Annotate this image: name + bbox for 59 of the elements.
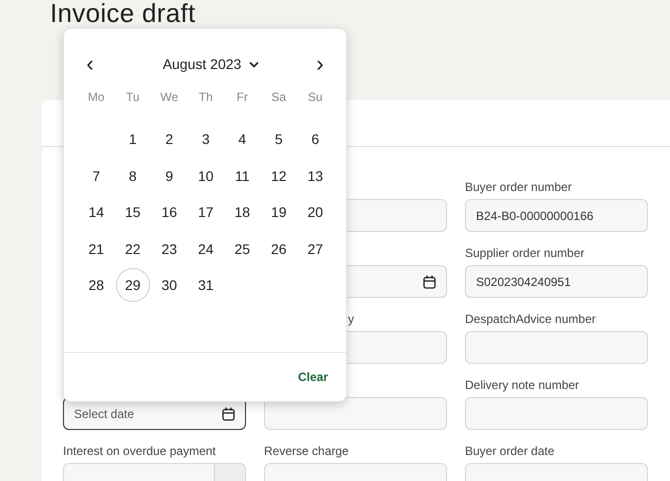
month-select[interactable]: August 2023 bbox=[162, 56, 260, 72]
day-button[interactable]: 17 bbox=[188, 195, 223, 230]
day-button[interactable]: 3 bbox=[188, 122, 223, 156]
calendar-icon bbox=[423, 274, 436, 288]
day-button[interactable]: 6 bbox=[298, 122, 332, 156]
input-field[interactable]: S0202304240951 bbox=[465, 265, 648, 298]
day-button[interactable]: 22 bbox=[116, 232, 150, 266]
input-field[interactable] bbox=[465, 331, 648, 364]
weekday-label: Tu bbox=[124, 90, 141, 104]
weekday-label: Su bbox=[306, 90, 324, 104]
calendar-icon bbox=[222, 406, 235, 420]
next-month-button[interactable]: › bbox=[310, 52, 330, 76]
weekday-label: Fr bbox=[236, 90, 249, 104]
day-button[interactable]: 13 bbox=[298, 158, 332, 193]
input-field[interactable]: B24-B0-00000000166 bbox=[465, 199, 648, 232]
day-button[interactable]: 14 bbox=[79, 195, 114, 230]
field-label: Buyer order number bbox=[465, 180, 572, 194]
day-button[interactable]: 11 bbox=[225, 158, 260, 193]
day-button[interactable]: 29 bbox=[116, 268, 150, 302]
day-button[interactable]: 15 bbox=[116, 195, 150, 230]
day-button[interactable]: 30 bbox=[152, 268, 186, 302]
day-button[interactable]: 8 bbox=[116, 158, 150, 193]
clear-button[interactable]: Clear bbox=[298, 370, 328, 384]
day-button[interactable]: 23 bbox=[152, 232, 186, 266]
field-label: Delivery note number bbox=[465, 378, 580, 392]
day-button[interactable]: 28 bbox=[79, 268, 114, 302]
day-button[interactable]: 7 bbox=[79, 158, 114, 193]
day-button[interactable]: 5 bbox=[262, 122, 296, 156]
weekday-label: We bbox=[159, 90, 180, 104]
day-button[interactable]: 24 bbox=[188, 232, 223, 266]
day-button[interactable]: 1 bbox=[116, 122, 150, 156]
day-button[interactable]: 26 bbox=[262, 232, 296, 266]
day-button[interactable]: 16 bbox=[152, 195, 186, 230]
field-label: y bbox=[348, 312, 354, 326]
day-button[interactable]: 10 bbox=[188, 158, 223, 193]
weekday-label: Sa bbox=[270, 90, 288, 104]
field-label: Buyer order date bbox=[465, 444, 554, 458]
day-button[interactable]: 25 bbox=[225, 232, 260, 266]
chevron-down-icon bbox=[249, 60, 260, 68]
weekday-label: Th bbox=[198, 90, 214, 104]
day-button[interactable]: 18 bbox=[225, 195, 260, 230]
day-button[interactable]: 9 bbox=[152, 158, 186, 193]
input-field[interactable] bbox=[264, 397, 447, 430]
page-title: Invoice draft bbox=[50, 0, 196, 26]
day-button[interactable]: 19 bbox=[262, 195, 296, 230]
field-label: Reverse charge bbox=[264, 444, 349, 458]
previous-month-button[interactable]: ‹ bbox=[80, 52, 100, 76]
field-label: Interest on overdue payment bbox=[63, 444, 216, 458]
input-field[interactable] bbox=[465, 397, 648, 430]
field-label: Supplier order number bbox=[465, 246, 584, 260]
day-button[interactable]: 20 bbox=[298, 195, 332, 230]
weekday-label: Mo bbox=[86, 90, 106, 104]
day-button[interactable]: 4 bbox=[225, 122, 260, 156]
day-button[interactable]: 21 bbox=[79, 232, 114, 266]
day-button[interactable]: 27 bbox=[298, 232, 332, 266]
day-button[interactable]: 31 bbox=[188, 268, 223, 302]
day-button[interactable]: 2 bbox=[152, 122, 186, 156]
day-button[interactable]: 12 bbox=[262, 158, 296, 193]
field-label: DespatchAdvice number bbox=[465, 312, 596, 326]
